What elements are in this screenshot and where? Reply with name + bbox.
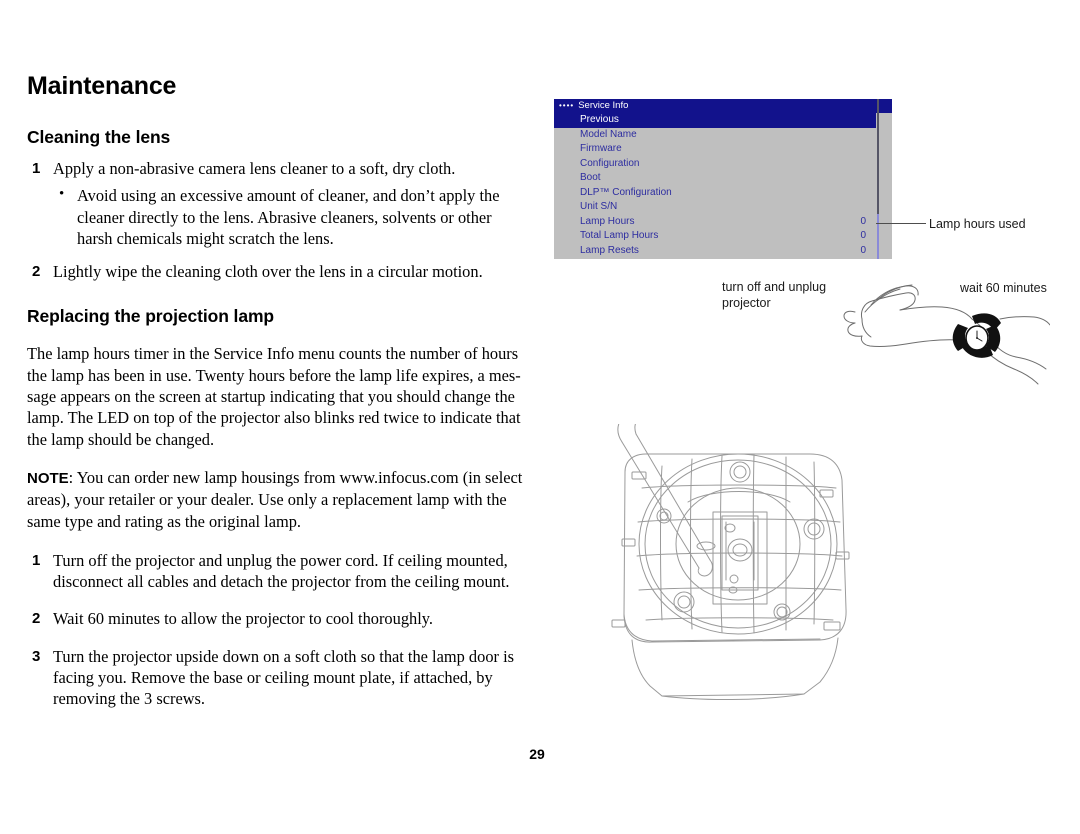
paragraph-note: NOTE: You can order new lamp housings fr… <box>27 467 527 532</box>
bullet-text: Avoid using an excessive amount of clean… <box>77 186 500 248</box>
osd-title-label: Service Info <box>578 100 629 111</box>
osd-item-label: Previous <box>580 114 619 125</box>
step-text: Apply a non-abrasive camera lens cleaner… <box>53 159 456 178</box>
osd-item-label: Lamp Hours <box>580 215 635 227</box>
osd-item-value: 0 <box>860 230 866 241</box>
bullet-icon: • <box>59 186 65 203</box>
section-heading-cleaning: Cleaning the lens <box>27 127 171 147</box>
osd-item-label: Configuration <box>580 157 640 169</box>
scrollbar-thumb[interactable] <box>877 99 879 214</box>
step-text: Wait 60 minutes to allow the projector t… <box>53 609 433 629</box>
osd-item-label: Model Name <box>580 128 637 140</box>
osd-menu-item-previous[interactable]: Previous <box>554 113 876 128</box>
cleaning-steps-list: 1 Apply a non-abrasive camera lens clean… <box>27 158 527 282</box>
osd-menu-item-lamp-resets[interactable]: Lamp Resets 0 <box>554 244 892 259</box>
osd-menu-item-unit-s-n[interactable]: Unit S/N <box>554 200 892 215</box>
step-text: Turn the projector upside down on a soft… <box>53 646 515 709</box>
osd-item-label: Total Lamp Hours <box>580 230 659 241</box>
cleaning-bullets: • Avoid using an excessive amount of cle… <box>53 185 527 249</box>
page-number-value: 29 <box>529 746 545 762</box>
text-column: Maintenance Cleaning the lens 1 Apply a … <box>27 72 527 722</box>
list-item: 1 Apply a non-abrasive camera lens clean… <box>27 158 527 249</box>
hand-with-wristwatch-icon <box>838 283 1051 388</box>
osd-title-bar: •••• Service Info <box>554 99 892 113</box>
list-item: • Avoid using an excessive amount of cle… <box>53 185 527 249</box>
osd-item-value: 0 <box>860 244 866 256</box>
list-item: 2 Wait 60 minutes to allow the projector… <box>27 608 527 629</box>
page-title: Maintenance <box>27 72 177 100</box>
osd-menu-item-lamp-hours[interactable]: Lamp Hours 0 <box>554 215 892 230</box>
menu-dots-icon: •••• <box>559 101 575 110</box>
osd-menu-item-total-lamp-hours[interactable]: Total Lamp Hours 0 <box>554 229 892 244</box>
osd-menu-item-firmware[interactable]: Firmware <box>554 142 892 157</box>
step-number: 1 <box>32 160 41 177</box>
osd-menu-item-boot[interactable]: Boot <box>554 171 892 186</box>
osd-item-label: Firmware <box>580 143 622 154</box>
annotation-turn-off-unplug: turn off and unplug projector <box>722 280 827 310</box>
osd-item-label: Unit S/N <box>580 201 618 212</box>
replacing-steps-list: 1 Turn off the projector and unplug the … <box>27 550 527 710</box>
manual-page: Maintenance Cleaning the lens 1 Apply a … <box>0 0 1080 834</box>
step-text: Turn off the projector and unplug the po… <box>53 550 510 592</box>
list-item: 3 Turn the projector upside down on a so… <box>27 646 527 710</box>
page-number: 29 <box>0 746 1080 762</box>
osd-row-list: Previous Model Name Firmware Configuration B… <box>554 113 892 258</box>
note-label: NOTE <box>27 469 69 487</box>
osd-item-label: Boot <box>580 172 601 183</box>
service-info-osd-menu[interactable]: •••• Service Info Previous Model Name Firmw… <box>554 99 892 259</box>
section-heading-replacing: Replacing the projection lamp <box>27 306 274 327</box>
osd-item-label: DLP™ Configuration <box>580 186 672 198</box>
step-text: Lightly wipe the cleaning cloth over the… <box>53 262 483 282</box>
step-number: 2 <box>32 610 41 628</box>
scrollbar-track[interactable] <box>877 214 879 259</box>
osd-item-label: Lamp Resets <box>580 244 639 256</box>
step-number: 3 <box>32 647 41 665</box>
leader-line-lamp-hours <box>876 223 926 224</box>
note-text: : You can order new lamp housings from w… <box>27 467 523 531</box>
projector-underside-icon <box>592 409 892 704</box>
list-item: 2 Lightly wipe the cleaning cloth over t… <box>27 261 527 282</box>
osd-menu-item-configuration[interactable]: Configuration <box>554 157 892 172</box>
step-number: 1 <box>32 551 41 569</box>
paragraph-lamp-timer: The lamp hours timer in the Service Info… <box>27 344 521 449</box>
osd-menu-item-model-name[interactable]: Model Name <box>554 128 892 143</box>
osd-item-value: 0 <box>860 215 866 227</box>
annotation-lamp-hours-used: Lamp hours used <box>929 217 1026 231</box>
osd-menu-item-dlp-configuration[interactable]: DLP™ Configuration <box>554 186 892 201</box>
step-number: 2 <box>32 263 41 281</box>
list-item: 1 Turn off the projector and unplug the … <box>27 550 527 593</box>
